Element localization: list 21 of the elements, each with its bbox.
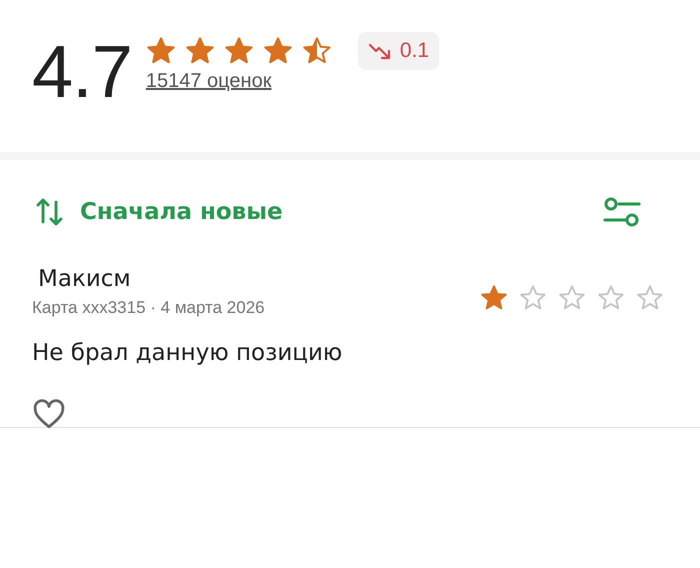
empty-star-icon (519, 284, 547, 312)
rating-value: 4.7 (32, 30, 132, 114)
trend-down-icon (368, 41, 392, 61)
star-icon (480, 284, 508, 312)
sort-button[interactable]: Сначала новые (36, 196, 283, 228)
empty-star-icon (558, 284, 586, 312)
filter-button[interactable] (602, 196, 642, 228)
star-icon (262, 36, 293, 66)
like-button[interactable] (32, 398, 66, 430)
empty-star-icon (597, 284, 625, 312)
trend-value: 0.1 (400, 39, 430, 63)
star-icon (224, 36, 254, 66)
star-icon (146, 36, 176, 66)
empty-star-icon (636, 284, 664, 312)
author-name: Макисм (37, 266, 132, 292)
half-star-icon (302, 36, 332, 66)
sort-arrows-icon (36, 196, 64, 228)
star-icon (184, 36, 215, 66)
review-meta: Карта xxx3315 · 4 марта 2026 (32, 298, 265, 318)
review-text: Не брал данную позицию (32, 340, 344, 366)
ratings-count-link[interactable]: 15147 оценок (146, 70, 332, 93)
